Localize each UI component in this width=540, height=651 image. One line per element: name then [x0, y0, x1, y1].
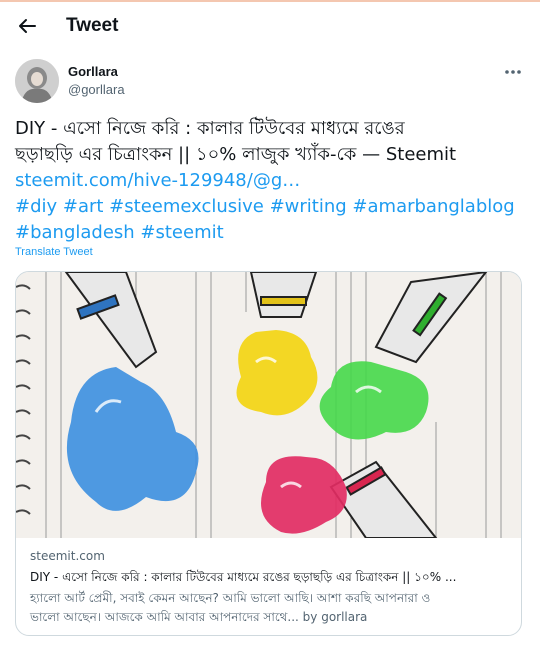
more-icon[interactable] [500, 62, 526, 82]
card-title: DIY - এসো নিজে করি : কালার টিউবের মাধ্যম… [30, 570, 457, 584]
card-description-line: হ্যালো আর্ট প্রেমী, সবাই কেমন আছেন? আমি … [30, 591, 431, 605]
card-domain: steemit.com [30, 549, 105, 563]
back-arrow-icon[interactable] [15, 14, 39, 38]
card-image [16, 272, 521, 538]
tweet-text-line: DIY - এসো নিজে করি : কালার টিউবের মাধ্যম… [15, 118, 405, 139]
page-title: Tweet [66, 15, 119, 36]
hashtag-links[interactable]: #bangladesh #steemit [15, 220, 525, 246]
tweet-url-link[interactable]: steemit.com/hive-129948/@g… [15, 168, 525, 194]
tweet-text-line: ছড়াছড়ি এর চিত্রাংকন || ১০% লাজুক খ্যাঁ… [15, 144, 457, 165]
link-preview-card[interactable]: steemit.com DIY - এসো নিজে করি : কালার ট… [15, 271, 522, 636]
card-description-line: ভালো আছেন। আজকে আমি আবার আপনাদের সাথে...… [30, 610, 368, 624]
author-name[interactable]: Gorllara [68, 64, 118, 79]
avatar[interactable] [15, 59, 59, 103]
card-description: হ্যালো আর্ট প্রেমী, সবাই কেমন আছেন? আমি … [30, 589, 510, 627]
header: Tweet [0, 2, 540, 50]
hashtag-links[interactable]: #diy #art #steemexclusive #writing #amar… [15, 194, 525, 220]
tweet-text: DIY - এসো নিজে করি : কালার টিউবের মাধ্যম… [15, 116, 525, 246]
translate-tweet-link[interactable]: Translate Tweet [15, 246, 93, 258]
author-handle[interactable]: @gorllara [68, 82, 125, 97]
